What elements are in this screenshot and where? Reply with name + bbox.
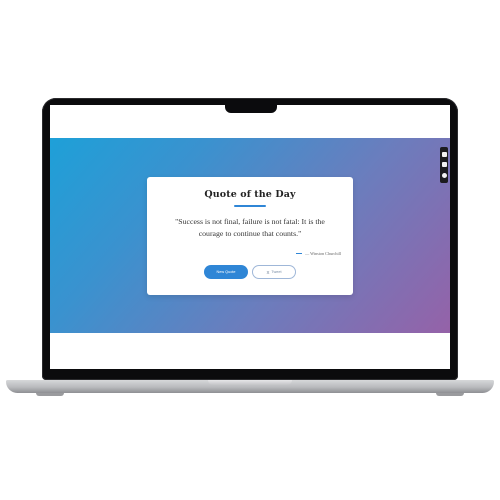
camera-icon[interactable] <box>441 162 447 168</box>
laptop-mockup: Quote of the Day "Success is not final, … <box>0 0 500 500</box>
gradient-background: Quote of the Day "Success is not final, … <box>50 138 450 333</box>
card-title: Quote of the Day <box>204 189 296 200</box>
x-icon: X <box>266 269 270 275</box>
quote-line-2: courage to continue that counts." <box>198 228 302 238</box>
laptop-opening-lip <box>208 380 292 385</box>
camera-notch <box>225 102 277 113</box>
quote-card: Quote of the Day "Success is not final, … <box>147 177 353 295</box>
side-toolbar <box>440 147 448 183</box>
laptop-foot-right <box>436 393 464 396</box>
author-dash <box>295 253 302 254</box>
laptop-foot-left <box>36 393 64 396</box>
author-row: — Winston Churchill <box>295 251 341 256</box>
device-frame-icon[interactable] <box>441 151 447 157</box>
tweet-label: Tweet <box>271 270 282 274</box>
quote-text: "Success is not final, failure is not fa… <box>161 216 339 239</box>
screen: Quote of the Day "Success is not final, … <box>50 105 450 369</box>
quote-author: — Winston Churchill <box>304 251 341 256</box>
gear-icon[interactable] <box>441 173 447 179</box>
tweet-button[interactable]: X Tweet <box>252 265 296 279</box>
new-quote-label: New Quote <box>216 270 236 274</box>
title-underline <box>234 205 266 207</box>
new-quote-button[interactable]: New Quote <box>204 265 248 279</box>
quote-line-1: "Success is not final, failure is not fa… <box>175 217 325 226</box>
